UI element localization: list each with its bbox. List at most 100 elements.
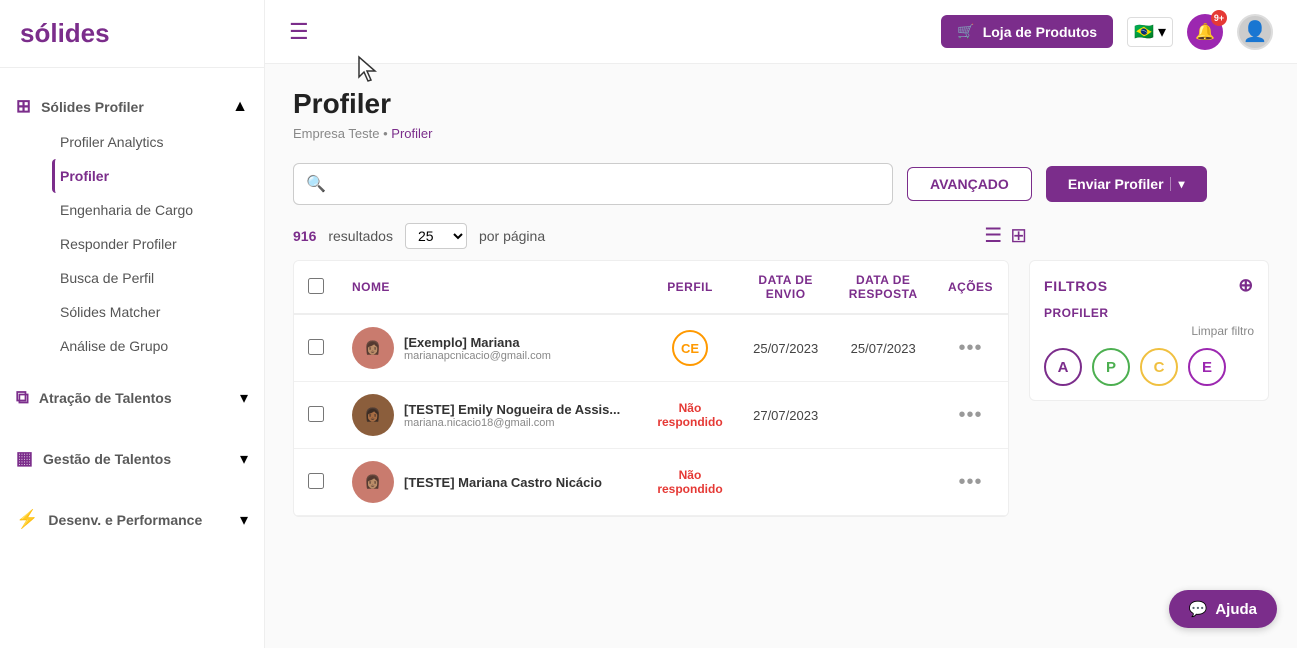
no-respondido-2: Nãorespondido	[656, 401, 724, 429]
user-icon: 👤	[1243, 19, 1268, 44]
cart-icon: 🛒	[957, 23, 974, 40]
per-page-select[interactable]: 25 50 100	[405, 223, 467, 249]
main-content: ☰ 🛒 Loja de Produtos 🇧🇷 ▾ 🔔 9+ 👤 Profi	[265, 0, 1297, 648]
app-logo: sólides	[20, 18, 110, 48]
grid-view-button[interactable]: ⊞	[1008, 221, 1029, 250]
avancado-button[interactable]: AVANÇADO	[907, 167, 1032, 201]
list-view-button[interactable]: ☰	[982, 221, 1004, 250]
solides-profiler-header-left: ⊞ Sólides Profiler	[16, 96, 144, 117]
actions-menu-2[interactable]: •••	[958, 404, 982, 426]
row-checkbox-3[interactable]	[308, 473, 324, 489]
filter-circle-p[interactable]: P	[1092, 348, 1130, 386]
gestao-talentos-header[interactable]: ▦ Gestão de Talentos ▾	[16, 438, 248, 479]
limpar-filtro-button[interactable]: Limpar filtro	[1044, 324, 1254, 338]
chevron-down-icon: ▾	[240, 388, 248, 408]
language-selector[interactable]: 🇧🇷 ▾	[1127, 17, 1173, 47]
td-perfil-1: CE	[642, 314, 738, 382]
td-nome-1: 👩🏽 [Exemplo] Mariana marianapcnicacio@gm…	[338, 314, 642, 382]
profiler-table: NOME PERFIL DATA DEENVIO DATA DERESPOSTA…	[294, 261, 1008, 516]
th-nome: NOME	[338, 261, 642, 314]
avatar-1: 👩🏽	[352, 327, 394, 369]
sidebar: sólides ⊞ Sólides Profiler ▲ Profiler An…	[0, 0, 265, 648]
person-name-2: [TESTE] Emily Nogueira de Assis...	[404, 402, 620, 417]
solides-profiler-header[interactable]: ⊞ Sólides Profiler ▲	[16, 88, 248, 125]
gestao-talentos-section: ▦ Gestão de Talentos ▾	[0, 428, 264, 489]
desenv-performance-left: ⚡ Desenv. e Performance	[16, 509, 202, 530]
gestao-talentos-label: Gestão de Talentos	[43, 451, 171, 467]
search-icon: 🔍	[306, 174, 326, 194]
chart-icon: ▦	[16, 448, 33, 469]
page-title: Profiler	[293, 88, 432, 120]
desenv-performance-header[interactable]: ⚡ Desenv. e Performance ▾	[16, 499, 248, 540]
atracao-talentos-left: ⧉ Atração de Talentos	[16, 387, 172, 408]
topbar-left: ☰	[289, 19, 309, 45]
th-checkbox	[294, 261, 338, 314]
td-nome-2: 👩🏾 [TESTE] Emily Nogueira de Assis... ma…	[338, 382, 642, 449]
td-acoes-3: •••	[933, 449, 1008, 516]
table-row: 👩🏽 [TESTE] Mariana Castro Nicácio Não	[294, 449, 1008, 516]
filter-circle-c[interactable]: C	[1140, 348, 1178, 386]
row-checkbox-2[interactable]	[308, 406, 324, 422]
td-perfil-3: Nãorespondido	[642, 449, 738, 516]
menu-hamburger-button[interactable]: ☰	[289, 19, 309, 45]
td-data-resposta-2	[833, 382, 933, 449]
sidebar-item-engenharia-cargo[interactable]: Engenharia de Cargo	[52, 193, 248, 227]
sidebar-items: Profiler Analytics Profiler Engenharia d…	[16, 125, 248, 363]
user-avatar-button[interactable]: 👤	[1237, 14, 1273, 50]
sidebar-item-solides-matcher[interactable]: Sólides Matcher	[52, 295, 248, 329]
sidebar-item-profiler[interactable]: Profiler	[52, 159, 248, 193]
person-name-3: [TESTE] Mariana Castro Nicácio	[404, 475, 602, 490]
person-email-2: mariana.nicacio18@gmail.com	[404, 417, 620, 429]
table-row: 👩🏽 [Exemplo] Mariana marianapcnicacio@gm…	[294, 314, 1008, 382]
td-data-envio-2: 27/07/2023	[738, 382, 834, 449]
actions-menu-3[interactable]: •••	[958, 471, 982, 493]
sidebar-item-analise-grupo[interactable]: Análise de Grupo	[52, 329, 248, 363]
notification-badge: 9+	[1211, 10, 1227, 26]
grid-icon: ⊞	[16, 96, 31, 117]
sidebar-item-busca-perfil[interactable]: Busca de Perfil	[52, 261, 248, 295]
bell-icon: 🔔	[1195, 22, 1215, 42]
td-acoes-2: •••	[933, 382, 1008, 449]
avatar-3: 👩🏽	[352, 461, 394, 503]
sidebar-item-profiler-analytics[interactable]: Profiler Analytics	[52, 125, 248, 159]
filters-header: FILTROS ⊕	[1044, 275, 1254, 296]
filter-circle-e[interactable]: E	[1188, 348, 1226, 386]
notification-button[interactable]: 🔔 9+	[1187, 14, 1223, 50]
results-label: resultados	[328, 228, 393, 244]
breadcrumb-home: Empresa Teste	[293, 126, 379, 141]
td-data-envio-1: 25/07/2023	[738, 314, 834, 382]
table-outer: NOME PERFIL DATA DEENVIO DATA DERESPOSTA…	[293, 260, 1269, 517]
chat-icon: 💬	[1189, 600, 1208, 618]
search-input[interactable]	[334, 176, 880, 192]
view-toggle: ☰ ⊞	[982, 221, 1029, 250]
sidebar-item-responder-profiler[interactable]: Responder Profiler	[52, 227, 248, 261]
chevron-down-icon-3: ▾	[240, 510, 248, 530]
solides-profiler-section: ⊞ Sólides Profiler ▲ Profiler Analytics …	[0, 78, 264, 367]
th-data-envio: DATA DEENVIO	[738, 261, 834, 314]
td-nome-3: 👩🏽 [TESTE] Mariana Castro Nicácio	[338, 449, 642, 516]
profile-badge-1: CE	[672, 330, 708, 366]
desenv-performance-section: ⚡ Desenv. e Performance ▾	[0, 489, 264, 550]
filters-collapse-button[interactable]: ⊕	[1238, 275, 1254, 296]
profiler-filter-label: PROFILER	[1044, 306, 1254, 320]
actions-menu-1[interactable]: •••	[958, 337, 982, 359]
search-container: 🔍	[293, 163, 893, 205]
layers-icon: ⧉	[16, 387, 29, 408]
td-checkbox-1	[294, 314, 338, 382]
toolbar-row: 🔍 AVANÇADO Enviar Profiler ▾	[293, 163, 1269, 205]
shop-button[interactable]: 🛒 Loja de Produtos	[941, 15, 1113, 48]
td-acoes-1: •••	[933, 314, 1008, 382]
flag-icon: 🇧🇷	[1134, 22, 1154, 42]
filter-circle-a[interactable]: A	[1044, 348, 1082, 386]
th-perfil: PERFIL	[642, 261, 738, 314]
ajuda-button[interactable]: 💬 Ajuda	[1169, 590, 1277, 628]
td-data-resposta-1: 25/07/2023	[833, 314, 933, 382]
select-all-checkbox[interactable]	[308, 278, 324, 294]
atracao-talentos-header[interactable]: ⧉ Atração de Talentos ▾	[16, 377, 248, 418]
page-content: Profiler Empresa Teste • Profiler 🔍 AVAN…	[265, 64, 1297, 648]
breadcrumb: Empresa Teste • Profiler	[293, 126, 432, 141]
row-checkbox-1[interactable]	[308, 339, 324, 355]
enviar-caret-icon[interactable]: ▾	[1170, 177, 1185, 191]
ajuda-label: Ajuda	[1215, 601, 1257, 618]
enviar-profiler-button[interactable]: Enviar Profiler ▾	[1046, 166, 1207, 202]
